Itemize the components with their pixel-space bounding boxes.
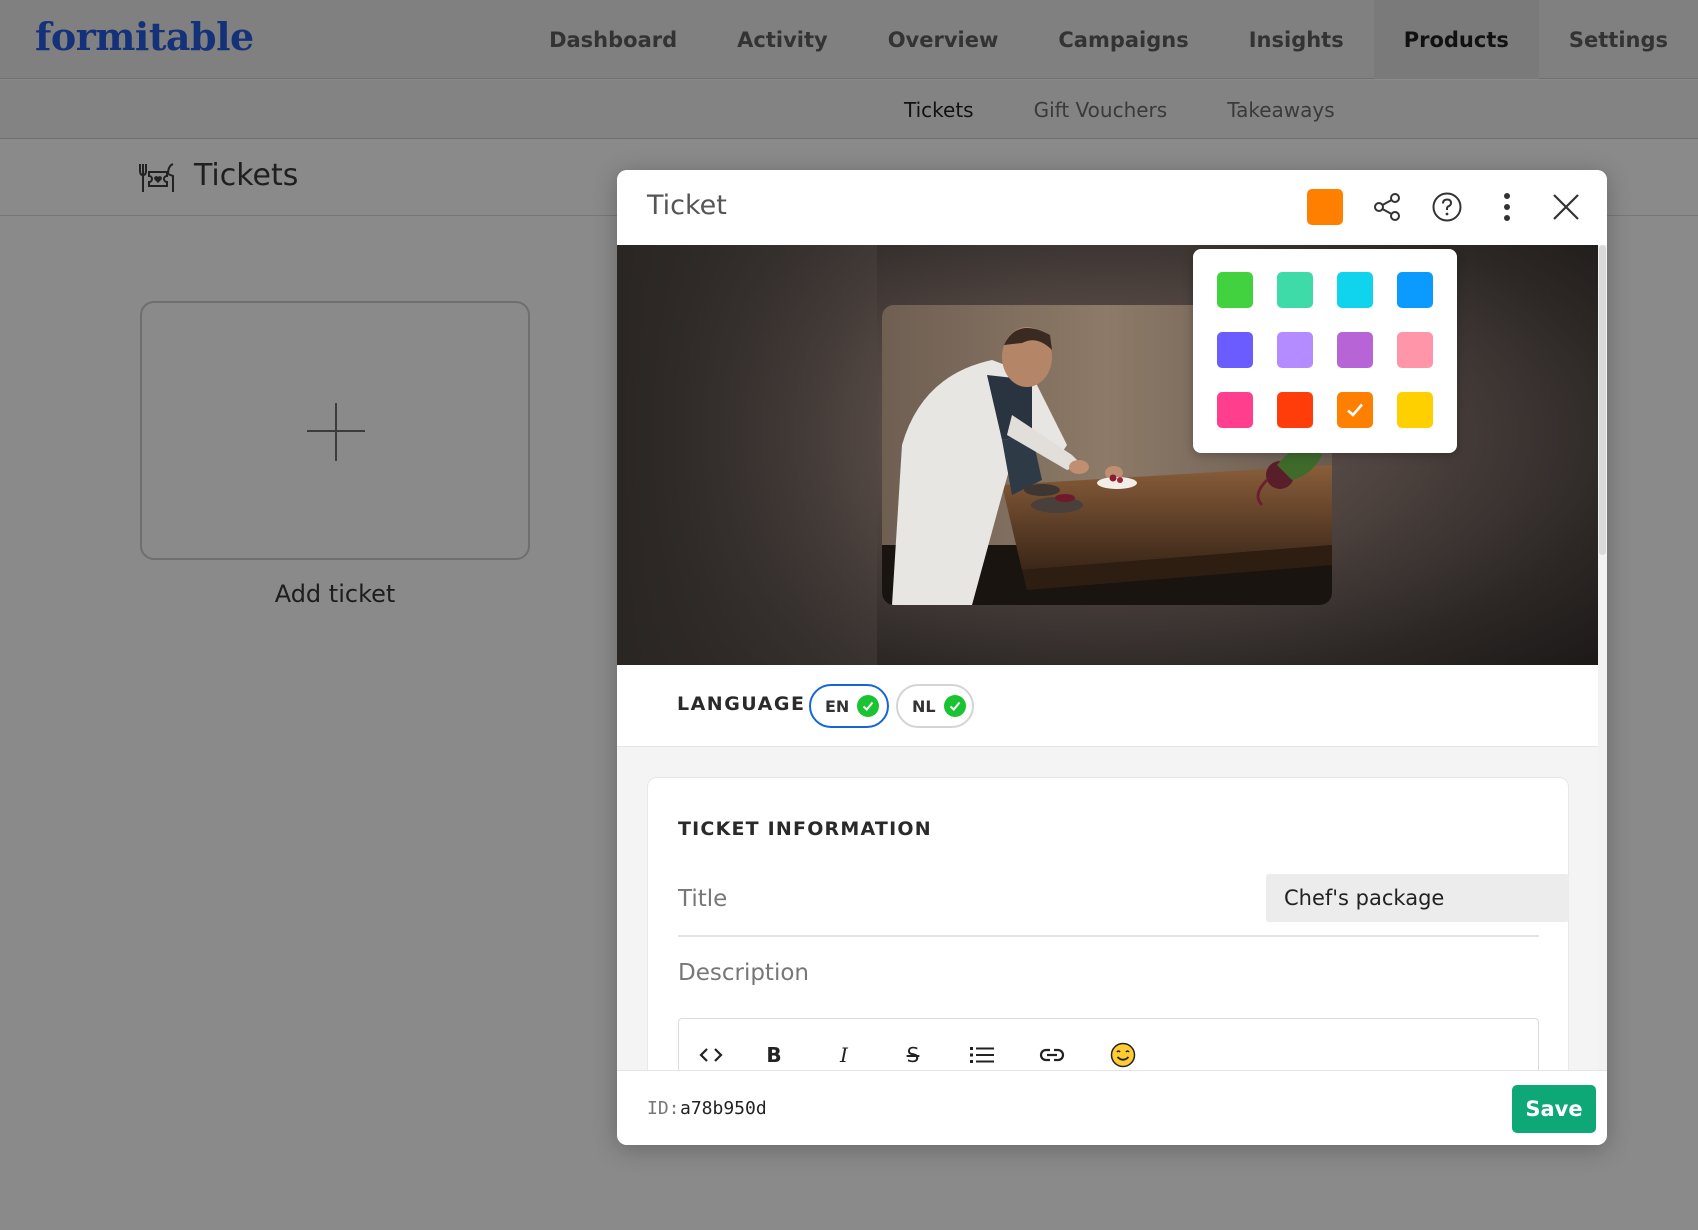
color-swatch[interactable]	[1397, 332, 1433, 368]
nav-insights[interactable]: Insights	[1219, 0, 1374, 79]
title-input[interactable]	[1266, 874, 1569, 922]
help-icon[interactable]	[1426, 186, 1468, 228]
strikethrough-icon[interactable]: S	[895, 1037, 931, 1070]
share-icon[interactable]	[1366, 186, 1408, 228]
modal-header: Ticket	[617, 170, 1607, 245]
nav-overview[interactable]: Overview	[858, 0, 1029, 79]
check-icon	[943, 695, 966, 717]
language-label: LANGUAGE	[677, 693, 806, 715]
id-label: ID:	[647, 1098, 680, 1119]
subnav-gift-vouchers[interactable]: Gift Vouchers	[1004, 80, 1198, 139]
more-icon[interactable]	[1486, 186, 1528, 228]
color-swatch[interactable]	[1397, 272, 1433, 308]
check-icon	[1347, 403, 1363, 417]
color-palette-popover	[1193, 249, 1457, 453]
color-swatch[interactable]	[1337, 332, 1373, 368]
link-icon[interactable]	[1034, 1037, 1070, 1070]
ticket-id: a78b950d	[680, 1098, 767, 1119]
main-nav: Dashboard Activity Overview Campaigns In…	[519, 0, 1698, 79]
color-swatch[interactable]	[1277, 392, 1313, 428]
title-label: Title	[678, 886, 728, 912]
add-ticket-label[interactable]: Add ticket	[140, 580, 530, 608]
nav-settings[interactable]: Settings	[1539, 0, 1698, 79]
color-swatch[interactable]	[1337, 272, 1373, 308]
nav-activity[interactable]: Activity	[707, 0, 858, 79]
color-swatch[interactable]	[1217, 272, 1253, 308]
bold-icon[interactable]: B	[756, 1037, 792, 1070]
save-button[interactable]: Save	[1512, 1085, 1596, 1133]
color-swatch[interactable]	[1277, 332, 1313, 368]
page-title: Tickets	[194, 158, 299, 193]
close-icon[interactable]	[1545, 186, 1587, 228]
modal-scrollbar[interactable]	[1598, 245, 1607, 1070]
nav-products[interactable]: Products	[1373, 0, 1539, 79]
emoji-icon[interactable]	[1105, 1037, 1141, 1070]
color-swatch[interactable]	[1397, 392, 1433, 428]
language-option-en[interactable]: EN	[809, 684, 889, 728]
subnav-tickets[interactable]: Tickets	[874, 80, 1004, 139]
nav-dashboard[interactable]: Dashboard	[519, 0, 707, 79]
top-navigation-bar: formitable Dashboard Activity Overview C…	[0, 0, 1698, 79]
italic-icon[interactable]: I	[826, 1037, 862, 1070]
list-icon[interactable]	[964, 1037, 1000, 1070]
ticket-information-card: TICKET INFORMATION Title Description B I…	[647, 777, 1569, 1070]
add-ticket-card[interactable]	[140, 301, 530, 560]
color-swatch[interactable]	[1217, 392, 1253, 428]
color-swatch[interactable]	[1277, 272, 1313, 308]
modal-title: Ticket	[647, 190, 727, 221]
description-editor[interactable]: B I S	[678, 1018, 1539, 1070]
ticket-modal: Ticket LANGUAGE EN NL TICKET INFORMATION…	[617, 170, 1607, 1145]
language-option-nl[interactable]: NL	[896, 684, 974, 728]
color-swatch[interactable]	[1217, 332, 1253, 368]
description-label: Description	[678, 960, 809, 986]
sub-navigation-bar: Tickets Gift Vouchers Takeaways	[0, 80, 1698, 139]
sub-nav: Tickets Gift Vouchers Takeaways	[874, 80, 1365, 139]
subnav-takeaways[interactable]: Takeaways	[1197, 80, 1364, 139]
language-bar: LANGUAGE EN NL	[617, 665, 1598, 747]
modal-footer: ID: a78b950d Save	[617, 1070, 1607, 1145]
check-icon	[857, 695, 880, 717]
divider	[678, 935, 1539, 937]
logo[interactable]: formitable	[35, 14, 254, 59]
color-picker-button[interactable]	[1307, 189, 1343, 225]
ticket-dining-icon	[139, 163, 174, 192]
color-swatch[interactable]	[1337, 392, 1373, 428]
code-icon[interactable]	[693, 1037, 729, 1070]
section-heading: TICKET INFORMATION	[678, 818, 932, 840]
nav-campaigns[interactable]: Campaigns	[1028, 0, 1218, 79]
